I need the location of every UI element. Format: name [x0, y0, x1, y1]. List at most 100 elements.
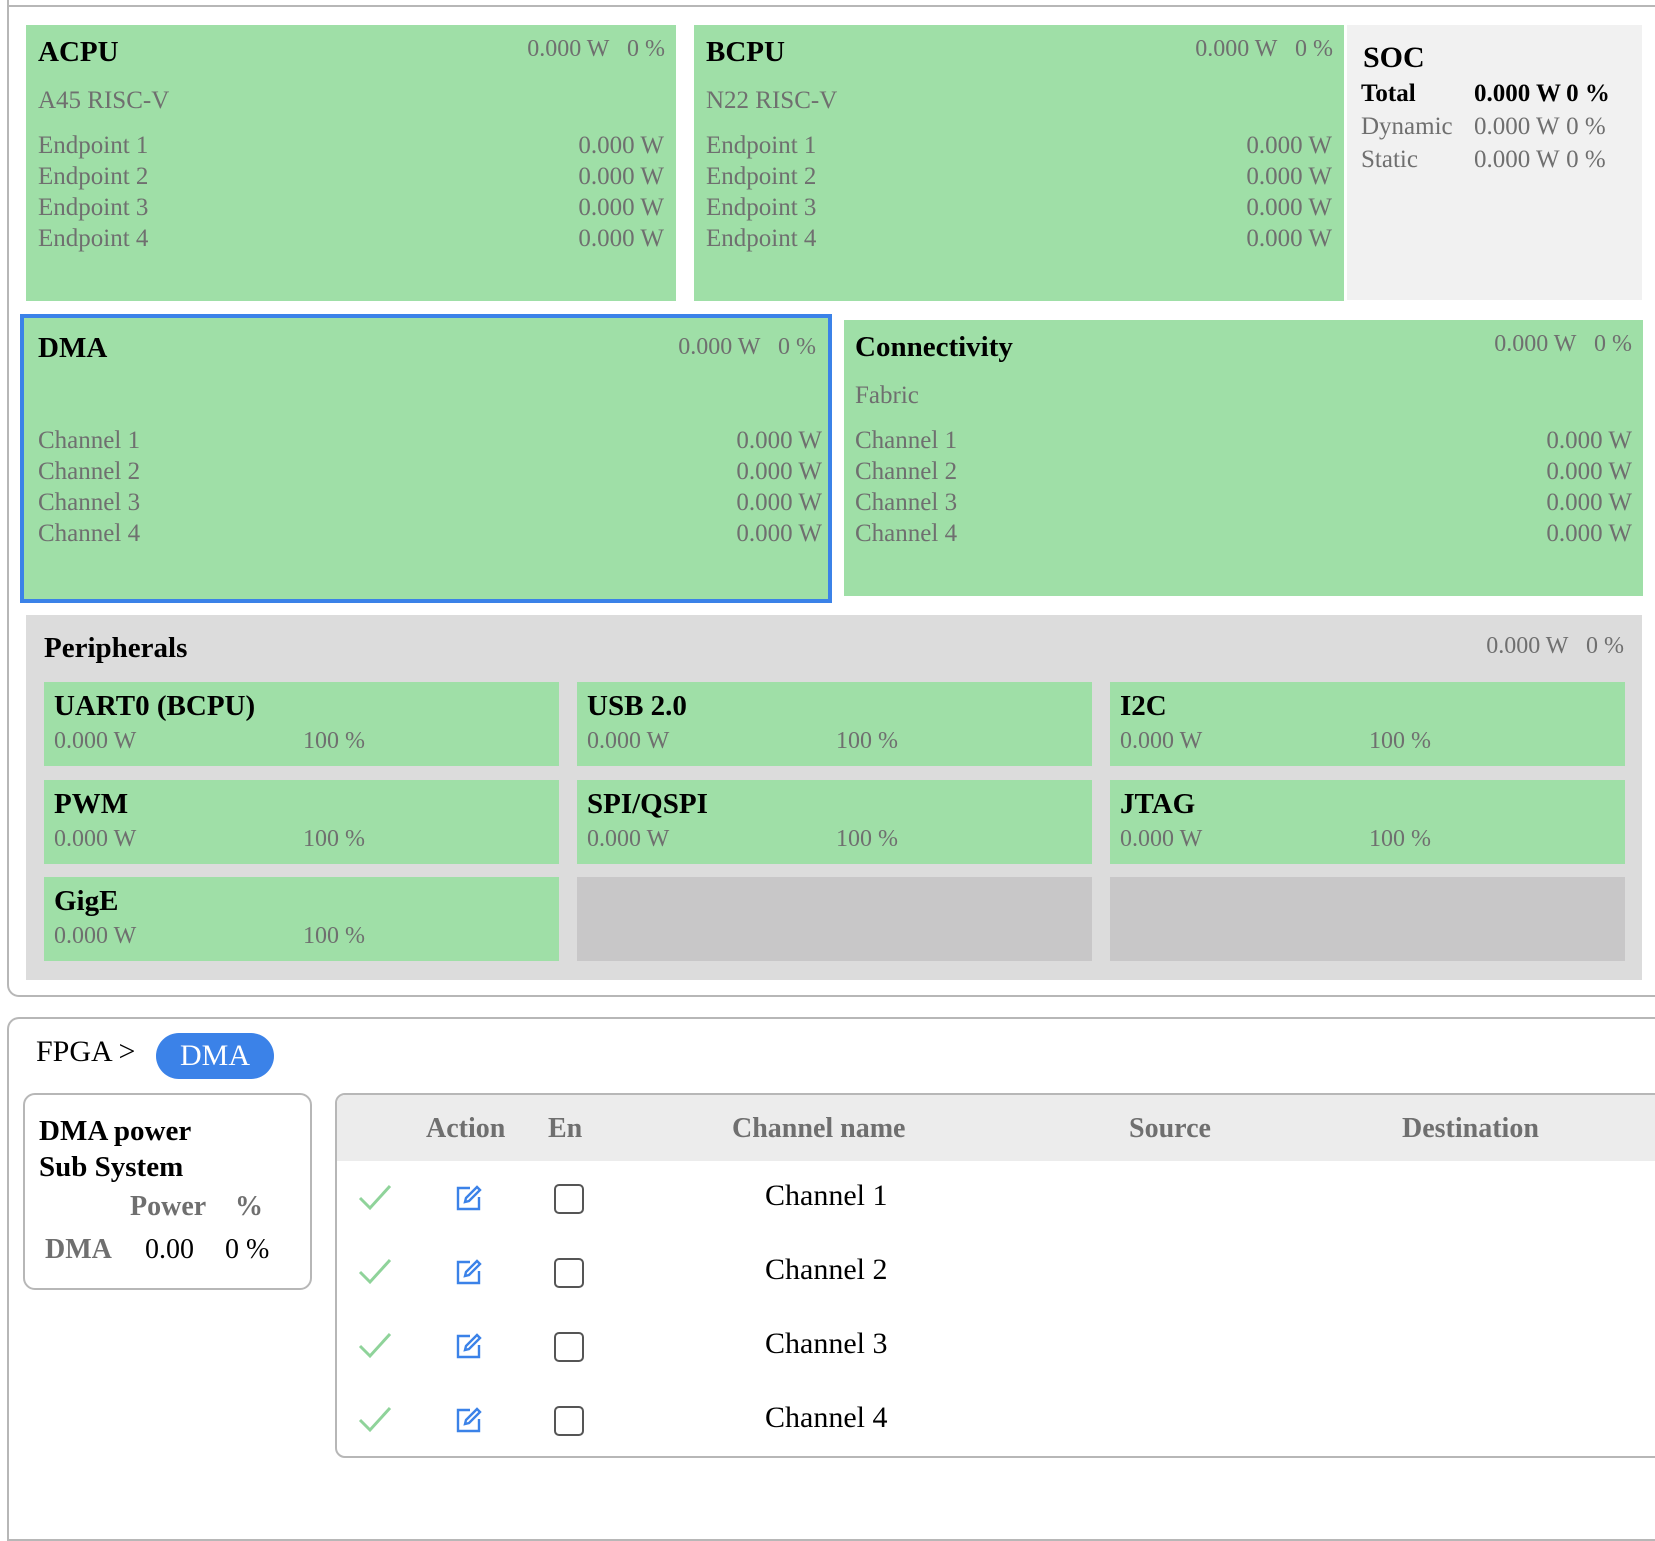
peripheral-power: 0.000 W: [54, 728, 137, 754]
peripheral-name: UART0 (BCPU): [54, 690, 256, 722]
checkmark-icon: [357, 1329, 393, 1366]
row-value: 0.000 W: [1546, 520, 1632, 547]
peripheral-i2c[interactable]: I2C 0.000 W 100 %: [1110, 682, 1625, 766]
card-title: BCPU: [706, 36, 785, 68]
endpoint-list: Endpoint 1 0.000 W Endpoint 2 0.000 W Endp…: [38, 130, 664, 254]
row-value: 0.000 W: [1546, 458, 1632, 485]
row-value: 0.000 W: [1246, 225, 1332, 252]
channel-name: Channel 1: [765, 1179, 888, 1212]
list-item: Channel 3 0.000 W: [38, 487, 822, 518]
breadcrumb-root[interactable]: FPGA: [36, 1035, 111, 1068]
card-subtitle: N22 RISC-V: [706, 87, 838, 114]
row-label: Endpoint 4: [38, 225, 149, 252]
channel-list: Channel 1 0.000 W Channel 2 0.000 W Channe…: [38, 425, 822, 549]
peripheral-pct: 100 %: [836, 728, 898, 754]
table-row[interactable]: Channel 1: [337, 1161, 1655, 1235]
breadcrumb: FPGA >: [36, 1035, 135, 1069]
edit-icon[interactable]: [454, 1331, 484, 1366]
list-item: Channel 1 0.000 W: [38, 425, 822, 456]
acpu-card[interactable]: ACPU 0.000 W 0 % A45 RISC-V Endpoint 1 0.…: [26, 25, 676, 301]
card-pct: 0 %: [1586, 633, 1624, 659]
peripheral-name: I2C: [1120, 690, 1167, 722]
breadcrumb-current[interactable]: DMA: [156, 1033, 274, 1079]
enable-checkbox[interactable]: [554, 1184, 584, 1214]
dma-row-label: DMA: [45, 1234, 112, 1265]
soc-row-total: Total 0.000 W 0 %: [1361, 77, 1615, 110]
table-row[interactable]: Channel 4: [337, 1383, 1655, 1456]
row-label: Endpoint 1: [706, 132, 817, 159]
row-power: 0.000 W: [1474, 79, 1562, 107]
bcpu-card[interactable]: BCPU 0.000 W 0 % N22 RISC-V Endpoint 1 0.…: [694, 25, 1344, 301]
soc-title: SOC: [1363, 41, 1425, 74]
list-item: Channel 2 0.000 W: [855, 456, 1632, 487]
row-label: Endpoint 3: [38, 194, 149, 221]
card-power: 0.000 W: [1486, 633, 1568, 659]
dma-row-power: 0.00: [145, 1234, 194, 1265]
table-header: Action En Channel name Source Destinatio…: [337, 1095, 1655, 1161]
table-row[interactable]: Channel 3: [337, 1309, 1655, 1383]
row-value: 0.000 W: [578, 163, 664, 190]
row-label: Endpoint 2: [706, 163, 817, 190]
peripheral-name: USB 2.0: [587, 690, 687, 722]
checkmark-icon: [357, 1403, 393, 1440]
peripheral-power: 0.000 W: [54, 923, 137, 949]
channel-name: Channel 4: [765, 1401, 888, 1434]
row-pct: 0 %: [1566, 145, 1606, 173]
peripheral-power: 0.000 W: [54, 826, 137, 852]
enable-checkbox[interactable]: [554, 1258, 584, 1288]
edit-icon[interactable]: [454, 1183, 484, 1218]
list-item: Endpoint 3 0.000 W: [706, 192, 1332, 223]
row-value: 0.000 W: [1546, 427, 1632, 454]
header-destination: Destination: [1402, 1113, 1539, 1144]
channel-name: Channel 2: [765, 1253, 888, 1286]
card-pct: 0 %: [778, 334, 816, 360]
list-item: Channel 1 0.000 W: [855, 425, 1632, 456]
row-label: Channel 1: [855, 427, 958, 454]
row-pct: 0 %: [1566, 112, 1606, 140]
list-item: Endpoint 3 0.000 W: [38, 192, 664, 223]
peripheral-usb[interactable]: USB 2.0 0.000 W 100 %: [577, 682, 1092, 766]
channel-list: Channel 1 0.000 W Channel 2 0.000 W Channe…: [855, 425, 1632, 549]
card-power: 0.000 W: [1494, 331, 1576, 357]
edit-icon[interactable]: [454, 1257, 484, 1292]
endpoint-list: Endpoint 1 0.000 W Endpoint 2 0.000 W Endp…: [706, 130, 1332, 254]
card-stats: 0.000 W 0 %: [1494, 331, 1632, 358]
peripheral-empty-slot: [577, 877, 1092, 961]
list-item: Endpoint 4 0.000 W: [38, 223, 664, 254]
row-power: 0.000 W: [1474, 145, 1560, 173]
row-label: Channel 2: [855, 458, 958, 485]
peripheral-pct: 100 %: [303, 728, 365, 754]
peripheral-jtag[interactable]: JTAG 0.000 W 100 %: [1110, 780, 1625, 864]
peripheral-name: GigE: [54, 885, 119, 917]
row-label: Endpoint 2: [38, 163, 149, 190]
peripheral-spi-qspi[interactable]: SPI/QSPI 0.000 W 100 %: [577, 780, 1092, 864]
connectivity-card[interactable]: Connectivity 0.000 W 0 % Fabric Channel …: [844, 320, 1643, 596]
row-label: Endpoint 1: [38, 132, 149, 159]
card-power: 0.000 W: [527, 36, 609, 62]
enable-checkbox[interactable]: [554, 1406, 584, 1436]
dma-power-summary: DMA power Sub System Power % DMA 0.00 0 …: [23, 1093, 312, 1290]
peripherals-stats: 0.000 W 0 %: [1486, 633, 1624, 660]
card-title: Connectivity: [855, 331, 1013, 363]
header-source: Source: [1129, 1113, 1211, 1144]
card-stats: 0.000 W 0 %: [678, 334, 816, 361]
row-value: 0.000 W: [1246, 132, 1332, 159]
card-subtitle: Fabric: [855, 382, 919, 409]
row-label: Channel 3: [855, 489, 958, 516]
edit-icon[interactable]: [454, 1405, 484, 1440]
list-item: Endpoint 2 0.000 W: [38, 161, 664, 192]
peripheral-gige[interactable]: GigE 0.000 W 100 %: [44, 877, 559, 961]
list-item: Channel 4 0.000 W: [38, 518, 822, 549]
peripheral-pwm[interactable]: PWM 0.000 W 100 %: [44, 780, 559, 864]
list-item: Channel 2 0.000 W: [38, 456, 822, 487]
card-title: ACPU: [38, 36, 119, 68]
row-value: 0.000 W: [578, 225, 664, 252]
dma-card[interactable]: DMA 0.000 W 0 % Channel 1 0.000 W Channel…: [20, 314, 832, 603]
list-item: Endpoint 1 0.000 W: [38, 130, 664, 161]
list-item: Endpoint 2 0.000 W: [706, 161, 1332, 192]
table-row[interactable]: Channel 2: [337, 1235, 1655, 1309]
peripheral-uart0[interactable]: UART0 (BCPU) 0.000 W 100 %: [44, 682, 559, 766]
peripheral-pct: 100 %: [1369, 728, 1431, 754]
enable-checkbox[interactable]: [554, 1332, 584, 1362]
row-value: 0.000 W: [578, 132, 664, 159]
